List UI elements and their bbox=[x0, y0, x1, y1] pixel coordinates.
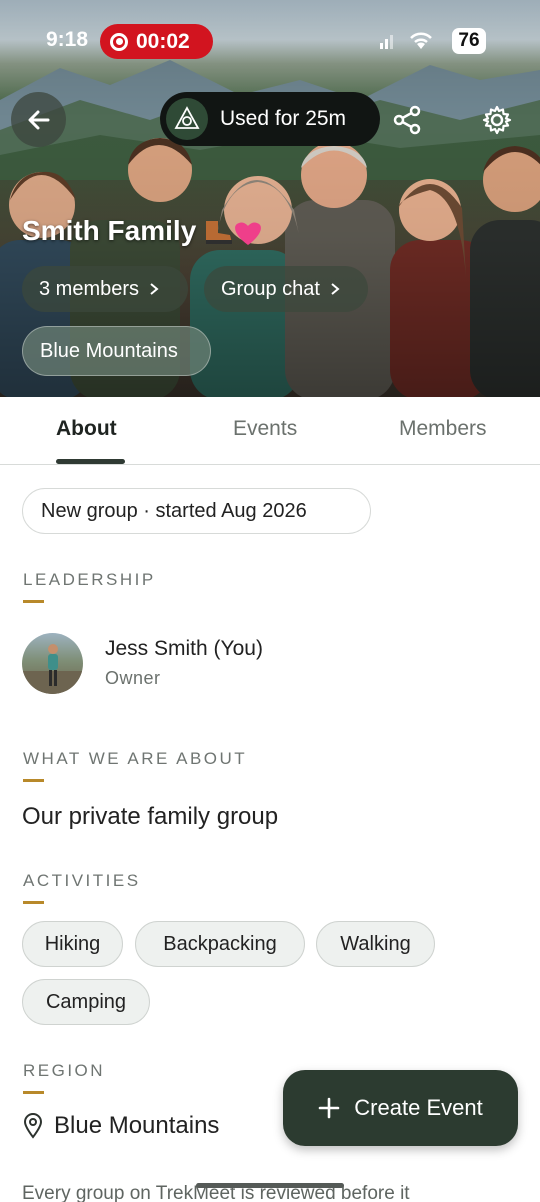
screen-recording-indicator[interactable]: 00:02 bbox=[100, 24, 213, 59]
tab-members[interactable]: Members bbox=[399, 417, 487, 441]
region-name: Blue Mountains bbox=[54, 1112, 220, 1139]
activity-chip-hiking[interactable]: Hiking bbox=[22, 921, 123, 967]
region-chip[interactable]: Blue Mountains bbox=[22, 326, 211, 376]
group-status-text: New group · started Aug 2026 bbox=[41, 499, 307, 522]
chevron-right-icon bbox=[331, 283, 340, 295]
chevron-right-icon bbox=[150, 283, 159, 295]
signal-icon bbox=[380, 35, 393, 49]
group-chat-chip[interactable]: Group chat bbox=[204, 266, 368, 312]
region-chip-label: Blue Mountains bbox=[40, 339, 178, 362]
record-icon bbox=[110, 32, 128, 51]
plus-icon bbox=[318, 1097, 340, 1119]
section-divider bbox=[23, 600, 44, 603]
recording-timer: 00:02 bbox=[136, 29, 190, 53]
hiker-avatar-image bbox=[22, 644, 83, 694]
tab-events[interactable]: Events bbox=[233, 417, 297, 441]
activity-chip-camping[interactable]: Camping bbox=[22, 979, 150, 1025]
usage-label: Used for 25m bbox=[220, 107, 347, 130]
group-name: Smith Family bbox=[22, 215, 197, 246]
active-tab-indicator bbox=[56, 459, 125, 464]
arrow-left-icon bbox=[28, 110, 49, 129]
back-button[interactable] bbox=[11, 92, 66, 147]
status-icons bbox=[380, 30, 434, 50]
activities-heading: ACTIVITIES bbox=[23, 871, 141, 890]
activity-chip-walking[interactable]: Walking bbox=[316, 921, 435, 967]
leader-role: Owner bbox=[105, 668, 161, 688]
section-divider bbox=[23, 1091, 44, 1094]
usage-timer-pill[interactable]: Used for 25m bbox=[160, 92, 380, 146]
status-time: 9:18 bbox=[46, 28, 89, 51]
group-description: Our private family group bbox=[22, 803, 279, 830]
group-chat-label: Group chat bbox=[221, 277, 320, 300]
members-chip-label: 3 members bbox=[39, 277, 140, 300]
home-indicator[interactable] bbox=[196, 1183, 344, 1188]
region-row: Blue Mountains bbox=[22, 1112, 219, 1140]
create-event-button[interactable]: Create Event bbox=[283, 1070, 518, 1146]
tab-about[interactable]: About bbox=[56, 417, 117, 441]
share-icon bbox=[393, 105, 421, 135]
settings-button[interactable] bbox=[478, 101, 516, 139]
tab-bar: About Events Members bbox=[0, 397, 540, 465]
trekmeet-logo-icon bbox=[166, 98, 208, 140]
location-pin-icon bbox=[23, 1113, 43, 1139]
region-heading: REGION bbox=[23, 1061, 106, 1080]
section-divider bbox=[23, 901, 44, 904]
leadership-heading: LEADERSHIP bbox=[23, 570, 156, 589]
gear-icon bbox=[482, 105, 512, 135]
share-button[interactable] bbox=[388, 101, 426, 139]
battery-indicator: 76 bbox=[452, 28, 486, 54]
create-event-label: Create Event bbox=[354, 1095, 483, 1120]
members-chip[interactable]: 3 members bbox=[22, 266, 188, 312]
activity-chip-backpacking[interactable]: Backpacking bbox=[135, 921, 305, 967]
section-divider bbox=[23, 779, 44, 782]
leader-name: Jess Smith (You) bbox=[105, 637, 263, 660]
group-status-badge: New group · started Aug 2026 bbox=[22, 488, 371, 534]
boot-heart-emoji-icon bbox=[206, 221, 262, 245]
about-heading: WHAT WE ARE ABOUT bbox=[23, 749, 248, 768]
leader-avatar[interactable] bbox=[22, 633, 83, 694]
group-name-heading: Smith Family bbox=[22, 215, 262, 247]
wifi-icon bbox=[410, 32, 432, 49]
